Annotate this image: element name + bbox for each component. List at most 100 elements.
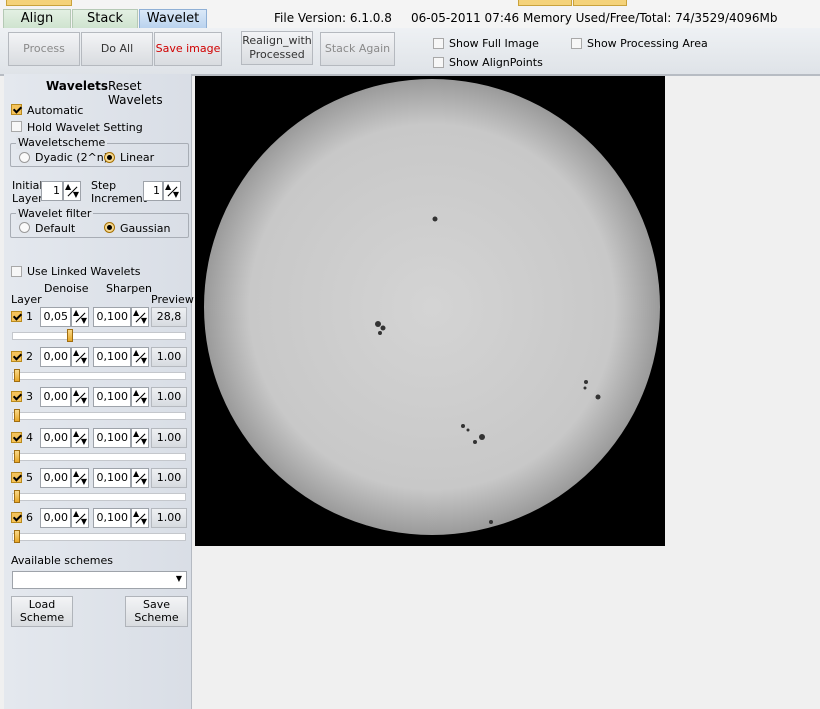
denoise-input[interactable]: 0,00	[40, 508, 71, 528]
layer-enable-checkbox[interactable]	[11, 311, 22, 325]
sharpen-spinner[interactable]: ▲ ▼	[131, 307, 149, 327]
layer-slider-track[interactable]	[12, 453, 186, 461]
layer-enable-checkbox[interactable]	[11, 472, 22, 486]
initial-layer-spinner[interactable]: ▲ ▼	[63, 181, 81, 201]
spin-up-icon[interactable]: ▲	[73, 470, 79, 478]
layer-slider-track[interactable]	[12, 332, 186, 340]
spin-down-icon[interactable]: ▼	[81, 397, 87, 405]
layer-enable-checkbox[interactable]	[11, 512, 22, 526]
denoise-spinner[interactable]: ▲ ▼	[71, 508, 89, 528]
processed-image-view[interactable]	[195, 76, 665, 546]
dyadic-radio[interactable]	[19, 152, 30, 166]
sharpen-spinner[interactable]: ▲ ▼	[131, 468, 149, 488]
preview-button[interactable]: 28,8	[151, 307, 187, 327]
checkbox-checked-icon[interactable]	[11, 104, 22, 115]
top-tab-stub[interactable]	[6, 0, 72, 6]
save-image-button[interactable]: Save image	[154, 32, 222, 66]
filter-gaussian-radio[interactable]	[104, 222, 115, 236]
step-increment-input[interactable]: 1	[143, 181, 163, 201]
spin-up-icon[interactable]: ▲	[133, 470, 139, 478]
checkbox-box[interactable]	[433, 38, 444, 49]
checkbox-checked-icon[interactable]	[11, 311, 22, 322]
process-button[interactable]: Process	[8, 32, 80, 66]
step-increment-spinner[interactable]: ▲ ▼	[163, 181, 181, 201]
preview-button[interactable]: 1.00	[151, 347, 187, 367]
denoise-spinner[interactable]: ▲ ▼	[71, 428, 89, 448]
checkbox-box[interactable]	[433, 57, 444, 68]
spin-down-icon[interactable]: ▼	[141, 438, 147, 446]
preview-button[interactable]: 1.00	[151, 468, 187, 488]
layer-slider-track[interactable]	[12, 493, 186, 501]
spin-down-icon[interactable]: ▼	[141, 478, 147, 486]
show-alignpoints-checkbox[interactable]	[433, 57, 444, 71]
use-linked-wavelets-checkbox[interactable]	[11, 266, 22, 280]
spin-down-icon[interactable]: ▼	[81, 478, 87, 486]
spin-up-icon[interactable]: ▲	[133, 430, 139, 438]
filter-default-radio[interactable]	[19, 222, 30, 236]
initial-layer-input[interactable]: 1	[41, 181, 63, 201]
radio-on-icon[interactable]	[104, 222, 115, 233]
save-scheme-button[interactable]: Save Scheme	[125, 596, 188, 627]
denoise-input[interactable]: 0,00	[40, 347, 71, 367]
layer-slider-track[interactable]	[12, 412, 186, 420]
spin-up-icon[interactable]: ▲	[133, 309, 139, 317]
spin-down-icon[interactable]: ▼	[81, 317, 87, 325]
sharpen-spinner[interactable]: ▲ ▼	[131, 387, 149, 407]
tab-wavelets[interactable]: Wavelets	[46, 79, 108, 93]
layer-slider-thumb[interactable]	[14, 490, 20, 503]
hold-wavelet-setting-checkbox[interactable]	[11, 121, 22, 135]
checkbox-checked-icon[interactable]	[11, 432, 22, 443]
checkbox-checked-icon[interactable]	[11, 512, 22, 523]
tab-stack[interactable]: Stack	[72, 9, 138, 28]
denoise-input[interactable]: 0,00	[40, 428, 71, 448]
sharpen-input[interactable]: 0,100	[93, 468, 131, 488]
denoise-input[interactable]: 0,00	[40, 468, 71, 488]
checkbox-checked-icon[interactable]	[11, 391, 22, 402]
top-tab-stub[interactable]	[518, 0, 572, 6]
chevron-down-icon[interactable]: ▼	[176, 574, 182, 583]
preview-button[interactable]: 1.00	[151, 428, 187, 448]
spin-up-icon[interactable]: ▲	[73, 430, 79, 438]
sharpen-input[interactable]: 0,100	[93, 387, 131, 407]
sharpen-spinner[interactable]: ▲ ▼	[131, 508, 149, 528]
show-full-image-checkbox[interactable]	[433, 38, 444, 52]
spin-down-icon[interactable]: ▼	[73, 191, 79, 199]
layer-slider-thumb[interactable]	[14, 530, 20, 543]
tab-wavelet[interactable]: Wavelet	[139, 9, 207, 28]
layer-slider-thumb[interactable]	[14, 450, 20, 463]
spin-down-icon[interactable]: ▼	[141, 397, 147, 405]
preview-button[interactable]: 1.00	[151, 508, 187, 528]
preview-button[interactable]: 1.00	[151, 387, 187, 407]
denoise-spinner[interactable]: ▲ ▼	[71, 468, 89, 488]
spin-up-icon[interactable]: ▲	[73, 309, 79, 317]
layer-slider-track[interactable]	[12, 533, 186, 541]
spin-up-icon[interactable]: ▲	[73, 389, 79, 397]
checkbox-checked-icon[interactable]	[11, 472, 22, 483]
radio-on-icon[interactable]	[104, 152, 115, 163]
checkbox-box[interactable]	[11, 266, 22, 277]
top-tab-stub[interactable]	[573, 0, 627, 6]
sharpen-spinner[interactable]: ▲ ▼	[131, 347, 149, 367]
spin-down-icon[interactable]: ▼	[141, 317, 147, 325]
checkbox-checked-icon[interactable]	[11, 351, 22, 362]
spin-down-icon[interactable]: ▼	[81, 438, 87, 446]
denoise-input[interactable]: 0,05	[40, 307, 71, 327]
load-scheme-button[interactable]: Load Scheme	[11, 596, 73, 627]
do-all-button[interactable]: Do All	[81, 32, 153, 66]
spin-up-icon[interactable]: ▲	[133, 349, 139, 357]
checkbox-box[interactable]	[11, 121, 22, 132]
spin-up-icon[interactable]: ▲	[65, 183, 71, 191]
spin-up-icon[interactable]: ▲	[165, 183, 171, 191]
spin-down-icon[interactable]: ▼	[81, 518, 87, 526]
layer-slider-thumb[interactable]	[14, 409, 20, 422]
sharpen-input[interactable]: 0,100	[93, 428, 131, 448]
layer-enable-checkbox[interactable]	[11, 432, 22, 446]
spin-up-icon[interactable]: ▲	[73, 349, 79, 357]
spin-down-icon[interactable]: ▼	[141, 518, 147, 526]
radio-off-icon[interactable]	[19, 222, 30, 233]
layer-slider-track[interactable]	[12, 372, 186, 380]
tab-align[interactable]: Align	[3, 9, 71, 28]
layer-slider-thumb[interactable]	[14, 369, 20, 382]
denoise-spinner[interactable]: ▲ ▼	[71, 307, 89, 327]
spin-up-icon[interactable]: ▲	[73, 510, 79, 518]
